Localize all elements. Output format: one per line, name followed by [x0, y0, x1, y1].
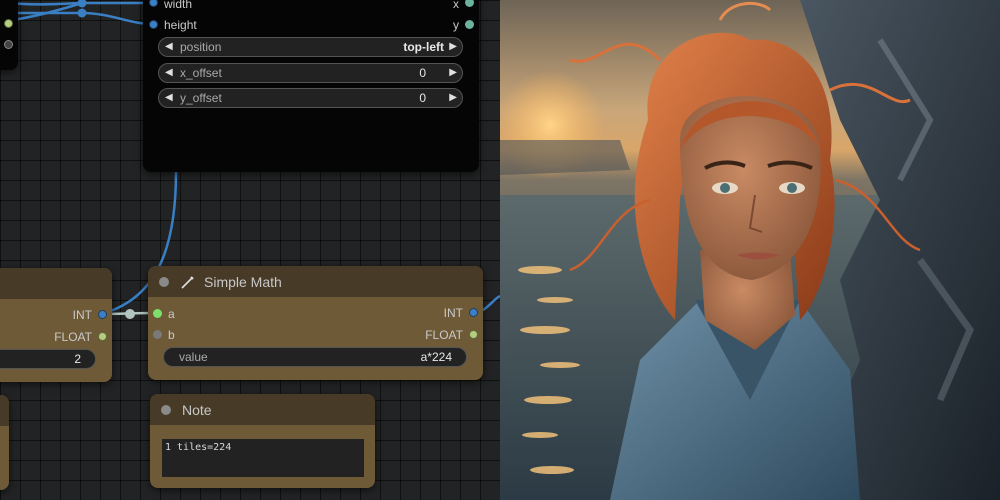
simple-math-node[interactable]: Simple Math a b INT FLOAT value a*224	[148, 266, 483, 380]
wire-reroute-dot	[77, 8, 87, 18]
partial-node-top-left[interactable]	[0, 0, 18, 70]
collapse-dot-icon[interactable]	[161, 405, 171, 415]
output-port[interactable]	[4, 19, 13, 28]
y-offset-number[interactable]: ◀ y_offset 0 ▶	[158, 88, 463, 108]
port-label-height: height	[164, 18, 197, 32]
node-title: Note	[182, 402, 212, 418]
widget-name: value	[179, 350, 208, 364]
wire-reroute-dot	[77, 0, 87, 8]
x-offset-number[interactable]: ◀ x_offset 0 ▶	[158, 63, 463, 83]
widget-value: 0	[419, 91, 426, 105]
node-header[interactable]	[148, 266, 483, 297]
port-label-int: INT	[443, 306, 463, 320]
node-graph-canvas[interactable]: width x height y ◀ position top-left ▶ ◀…	[0, 0, 500, 500]
portrait-photo	[500, 0, 1000, 500]
node-header[interactable]	[0, 395, 9, 426]
collapse-dot-icon[interactable]	[159, 277, 169, 287]
portrait-image-icon	[500, 0, 1000, 500]
output-port-int[interactable]	[98, 310, 107, 319]
port-label-y: y	[453, 18, 459, 32]
position-combo[interactable]: ◀ position top-left ▶	[158, 37, 463, 57]
arrow-left-icon[interactable]: ◀	[165, 89, 173, 107]
arrow-right-icon[interactable]: ▶	[449, 38, 457, 56]
widget-name: position	[180, 40, 222, 54]
pencil-icon	[181, 276, 194, 289]
port-label-int: INT	[72, 308, 92, 322]
output-port[interactable]	[4, 40, 13, 49]
input-port-height[interactable]	[149, 20, 158, 29]
arrow-left-icon[interactable]: ◀	[165, 64, 173, 82]
arrow-left-icon[interactable]: ◀	[165, 38, 173, 56]
widget-value: 2	[74, 352, 81, 366]
port-label-float: FLOAT	[54, 330, 92, 344]
wire-reroute-dot	[125, 309, 135, 319]
widget-value: top-left	[403, 40, 444, 54]
wire	[81, 11, 153, 26]
output-port-x[interactable]	[465, 0, 474, 7]
output-port-float[interactable]	[469, 330, 478, 339]
widget-value: a*224	[420, 350, 452, 364]
input-port-a[interactable]	[153, 309, 162, 318]
widget-name: y_offset	[180, 91, 222, 105]
port-label-float: FLOAT	[425, 328, 463, 342]
arrow-right-icon[interactable]: ▶	[449, 89, 457, 107]
value-field[interactable]: 2	[0, 349, 96, 369]
value-expression-field[interactable]: value a*224	[163, 347, 467, 367]
input-port-b[interactable]	[153, 330, 162, 339]
crop-node[interactable]: width x height y ◀ position top-left ▶ ◀…	[143, 0, 479, 172]
output-port-y[interactable]	[465, 20, 474, 29]
partial-node-bottom-left[interactable]	[0, 395, 9, 490]
output-port-int[interactable]	[469, 308, 478, 317]
math-node-partial-left[interactable]: INT FLOAT 2	[0, 268, 112, 382]
port-label-b: b	[168, 328, 175, 342]
note-node[interactable]: Note 1 tiles=224	[150, 394, 375, 488]
note-text-area[interactable]: 1 tiles=224	[162, 439, 364, 477]
port-label-x: x	[453, 0, 459, 11]
port-label-width: width	[164, 0, 193, 11]
arrow-right-icon[interactable]: ▶	[449, 64, 457, 82]
node-header[interactable]	[0, 268, 112, 299]
node-title: Simple Math	[204, 274, 282, 290]
widget-name: x_offset	[180, 66, 222, 80]
port-label-a: a	[168, 307, 175, 321]
output-port-float[interactable]	[98, 332, 107, 341]
widget-value: 0	[419, 66, 426, 80]
input-port-width[interactable]	[149, 0, 158, 7]
